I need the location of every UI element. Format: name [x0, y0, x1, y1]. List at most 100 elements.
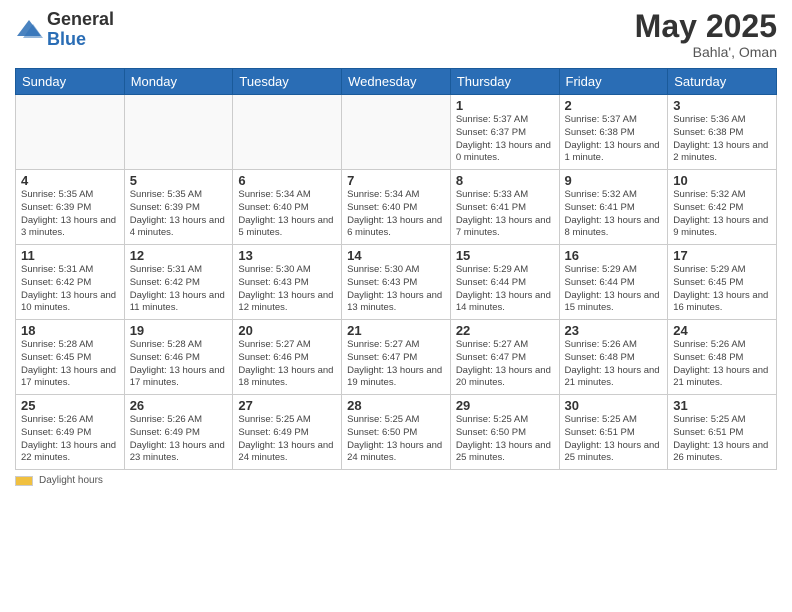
calendar-day-cell: 6Sunrise: 5:34 AM Sunset: 6:40 PM Daylig…: [233, 170, 342, 245]
day-number: 6: [238, 173, 336, 188]
day-number: 2: [565, 98, 663, 113]
logo-general-text: General: [47, 9, 114, 29]
day-number: 13: [238, 248, 336, 263]
day-info: Sunrise: 5:30 AM Sunset: 6:43 PM Dayligh…: [347, 264, 445, 315]
day-info: Sunrise: 5:31 AM Sunset: 6:42 PM Dayligh…: [21, 264, 119, 315]
calendar-day-header: Wednesday: [342, 69, 451, 95]
day-number: 10: [673, 173, 771, 188]
calendar-day-cell: 15Sunrise: 5:29 AM Sunset: 6:44 PM Dayli…: [450, 245, 559, 320]
calendar-week-row: 1Sunrise: 5:37 AM Sunset: 6:37 PM Daylig…: [16, 95, 777, 170]
day-info: Sunrise: 5:25 AM Sunset: 6:49 PM Dayligh…: [238, 414, 336, 465]
day-info: Sunrise: 5:32 AM Sunset: 6:41 PM Dayligh…: [565, 189, 663, 240]
calendar-footer: Daylight hours: [15, 475, 777, 486]
day-number: 23: [565, 323, 663, 338]
calendar-table: SundayMondayTuesdayWednesdayThursdayFrid…: [15, 68, 777, 470]
day-info: Sunrise: 5:28 AM Sunset: 6:46 PM Dayligh…: [130, 339, 228, 390]
calendar-day-cell: 19Sunrise: 5:28 AM Sunset: 6:46 PM Dayli…: [124, 320, 233, 395]
day-info: Sunrise: 5:34 AM Sunset: 6:40 PM Dayligh…: [347, 189, 445, 240]
calendar-day-cell: 17Sunrise: 5:29 AM Sunset: 6:45 PM Dayli…: [668, 245, 777, 320]
day-number: 22: [456, 323, 554, 338]
day-number: 20: [238, 323, 336, 338]
day-info: Sunrise: 5:34 AM Sunset: 6:40 PM Dayligh…: [238, 189, 336, 240]
daylight-label: Daylight hours: [39, 475, 103, 486]
calendar-day-header: Thursday: [450, 69, 559, 95]
day-info: Sunrise: 5:26 AM Sunset: 6:48 PM Dayligh…: [565, 339, 663, 390]
page-header: General Blue May 2025 Bahla', Oman: [15, 10, 777, 60]
calendar-day-cell: 2Sunrise: 5:37 AM Sunset: 6:38 PM Daylig…: [559, 95, 668, 170]
calendar-day-cell: 7Sunrise: 5:34 AM Sunset: 6:40 PM Daylig…: [342, 170, 451, 245]
calendar-day-cell: 9Sunrise: 5:32 AM Sunset: 6:41 PM Daylig…: [559, 170, 668, 245]
day-info: Sunrise: 5:35 AM Sunset: 6:39 PM Dayligh…: [21, 189, 119, 240]
calendar-day-cell: 11Sunrise: 5:31 AM Sunset: 6:42 PM Dayli…: [16, 245, 125, 320]
day-number: 4: [21, 173, 119, 188]
calendar-day-cell: 21Sunrise: 5:27 AM Sunset: 6:47 PM Dayli…: [342, 320, 451, 395]
calendar-day-cell: [16, 95, 125, 170]
calendar-day-cell: 12Sunrise: 5:31 AM Sunset: 6:42 PM Dayli…: [124, 245, 233, 320]
calendar-day-cell: 22Sunrise: 5:27 AM Sunset: 6:47 PM Dayli…: [450, 320, 559, 395]
calendar-day-cell: 13Sunrise: 5:30 AM Sunset: 6:43 PM Dayli…: [233, 245, 342, 320]
calendar-day-cell: [124, 95, 233, 170]
day-info: Sunrise: 5:31 AM Sunset: 6:42 PM Dayligh…: [130, 264, 228, 315]
day-info: Sunrise: 5:37 AM Sunset: 6:38 PM Dayligh…: [565, 114, 663, 165]
calendar-day-header: Friday: [559, 69, 668, 95]
calendar-header-row: SundayMondayTuesdayWednesdayThursdayFrid…: [16, 69, 777, 95]
calendar-week-row: 18Sunrise: 5:28 AM Sunset: 6:45 PM Dayli…: [16, 320, 777, 395]
logo-blue-text: Blue: [47, 29, 86, 49]
month-title: May 2025: [635, 10, 777, 42]
day-number: 31: [673, 398, 771, 413]
day-info: Sunrise: 5:25 AM Sunset: 6:50 PM Dayligh…: [456, 414, 554, 465]
day-number: 21: [347, 323, 445, 338]
day-info: Sunrise: 5:29 AM Sunset: 6:44 PM Dayligh…: [456, 264, 554, 315]
day-number: 28: [347, 398, 445, 413]
calendar-day-cell: 25Sunrise: 5:26 AM Sunset: 6:49 PM Dayli…: [16, 395, 125, 470]
day-info: Sunrise: 5:27 AM Sunset: 6:47 PM Dayligh…: [456, 339, 554, 390]
day-info: Sunrise: 5:27 AM Sunset: 6:47 PM Dayligh…: [347, 339, 445, 390]
calendar-day-cell: 4Sunrise: 5:35 AM Sunset: 6:39 PM Daylig…: [16, 170, 125, 245]
calendar-day-cell: 28Sunrise: 5:25 AM Sunset: 6:50 PM Dayli…: [342, 395, 451, 470]
day-info: Sunrise: 5:29 AM Sunset: 6:45 PM Dayligh…: [673, 264, 771, 315]
day-number: 9: [565, 173, 663, 188]
calendar-day-header: Sunday: [16, 69, 125, 95]
location-text: Bahla', Oman: [635, 44, 777, 60]
logo: General Blue: [15, 10, 114, 50]
calendar-day-header: Saturday: [668, 69, 777, 95]
day-info: Sunrise: 5:30 AM Sunset: 6:43 PM Dayligh…: [238, 264, 336, 315]
day-number: 15: [456, 248, 554, 263]
day-info: Sunrise: 5:32 AM Sunset: 6:42 PM Dayligh…: [673, 189, 771, 240]
day-number: 8: [456, 173, 554, 188]
day-number: 30: [565, 398, 663, 413]
day-info: Sunrise: 5:27 AM Sunset: 6:46 PM Dayligh…: [238, 339, 336, 390]
calendar-week-row: 25Sunrise: 5:26 AM Sunset: 6:49 PM Dayli…: [16, 395, 777, 470]
calendar-day-cell: 1Sunrise: 5:37 AM Sunset: 6:37 PM Daylig…: [450, 95, 559, 170]
day-number: 12: [130, 248, 228, 263]
daylight-swatch: [15, 476, 33, 486]
calendar-day-header: Monday: [124, 69, 233, 95]
calendar-day-cell: 30Sunrise: 5:25 AM Sunset: 6:51 PM Dayli…: [559, 395, 668, 470]
day-number: 25: [21, 398, 119, 413]
day-info: Sunrise: 5:25 AM Sunset: 6:50 PM Dayligh…: [347, 414, 445, 465]
calendar-day-header: Tuesday: [233, 69, 342, 95]
calendar-day-cell: [233, 95, 342, 170]
calendar-day-cell: 29Sunrise: 5:25 AM Sunset: 6:50 PM Dayli…: [450, 395, 559, 470]
day-number: 24: [673, 323, 771, 338]
calendar-day-cell: 8Sunrise: 5:33 AM Sunset: 6:41 PM Daylig…: [450, 170, 559, 245]
day-info: Sunrise: 5:37 AM Sunset: 6:37 PM Dayligh…: [456, 114, 554, 165]
day-number: 5: [130, 173, 228, 188]
calendar-day-cell: 31Sunrise: 5:25 AM Sunset: 6:51 PM Dayli…: [668, 395, 777, 470]
day-info: Sunrise: 5:36 AM Sunset: 6:38 PM Dayligh…: [673, 114, 771, 165]
day-number: 17: [673, 248, 771, 263]
calendar-day-cell: 3Sunrise: 5:36 AM Sunset: 6:38 PM Daylig…: [668, 95, 777, 170]
day-number: 7: [347, 173, 445, 188]
calendar-week-row: 11Sunrise: 5:31 AM Sunset: 6:42 PM Dayli…: [16, 245, 777, 320]
day-number: 26: [130, 398, 228, 413]
calendar-day-cell: 24Sunrise: 5:26 AM Sunset: 6:48 PM Dayli…: [668, 320, 777, 395]
day-number: 18: [21, 323, 119, 338]
day-number: 19: [130, 323, 228, 338]
day-number: 27: [238, 398, 336, 413]
calendar-day-cell: 26Sunrise: 5:26 AM Sunset: 6:49 PM Dayli…: [124, 395, 233, 470]
day-info: Sunrise: 5:33 AM Sunset: 6:41 PM Dayligh…: [456, 189, 554, 240]
day-number: 29: [456, 398, 554, 413]
calendar-day-cell: 5Sunrise: 5:35 AM Sunset: 6:39 PM Daylig…: [124, 170, 233, 245]
day-number: 14: [347, 248, 445, 263]
day-info: Sunrise: 5:26 AM Sunset: 6:49 PM Dayligh…: [21, 414, 119, 465]
